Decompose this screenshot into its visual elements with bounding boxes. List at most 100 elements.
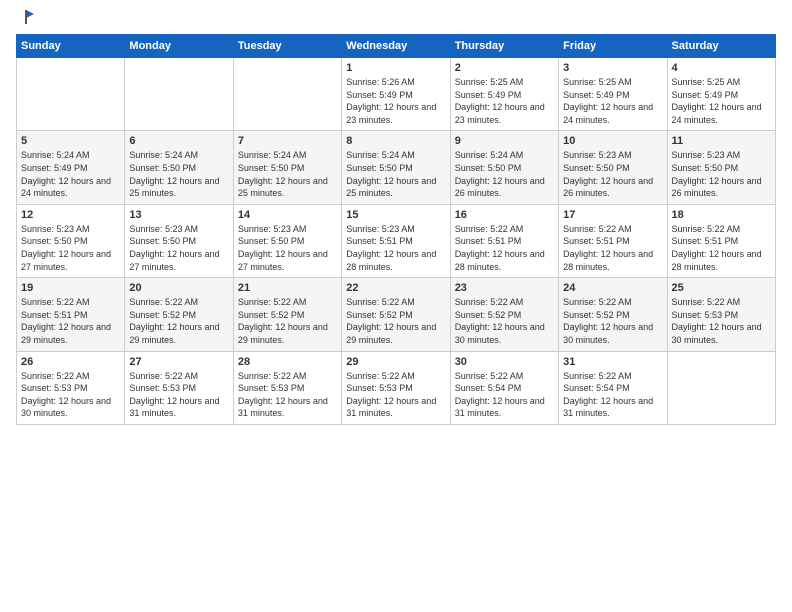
day-number: 18 — [672, 209, 771, 221]
calendar-cell: 10 Sunrise: 5:23 AM Sunset: 5:50 PM Dayli… — [559, 131, 667, 204]
calendar-cell: 26 Sunrise: 5:22 AM Sunset: 5:53 PM Dayli… — [17, 351, 125, 424]
calendar-cell: 4 Sunrise: 5:25 AM Sunset: 5:49 PM Daylig… — [667, 58, 775, 131]
day-number: 5 — [21, 135, 120, 147]
day-detail: Sunrise: 5:22 AM Sunset: 5:53 PM Dayligh… — [346, 370, 445, 420]
calendar-cell: 25 Sunrise: 5:22 AM Sunset: 5:53 PM Dayli… — [667, 278, 775, 351]
calendar-cell: 23 Sunrise: 5:22 AM Sunset: 5:52 PM Dayli… — [450, 278, 558, 351]
calendar-cell: 30 Sunrise: 5:22 AM Sunset: 5:54 PM Dayli… — [450, 351, 558, 424]
weekday-header-thursday: Thursday — [450, 35, 558, 58]
day-number: 19 — [21, 282, 120, 294]
day-number: 16 — [455, 209, 554, 221]
calendar-cell: 15 Sunrise: 5:23 AM Sunset: 5:51 PM Dayli… — [342, 204, 450, 277]
calendar-cell — [125, 58, 233, 131]
calendar-cell: 28 Sunrise: 5:22 AM Sunset: 5:53 PM Dayli… — [233, 351, 341, 424]
day-number: 27 — [129, 356, 228, 368]
day-number: 3 — [563, 62, 662, 74]
day-number: 25 — [672, 282, 771, 294]
calendar-cell: 6 Sunrise: 5:24 AM Sunset: 5:50 PM Daylig… — [125, 131, 233, 204]
day-detail: Sunrise: 5:22 AM Sunset: 5:54 PM Dayligh… — [563, 370, 662, 420]
weekday-header-monday: Monday — [125, 35, 233, 58]
day-detail: Sunrise: 5:24 AM Sunset: 5:50 PM Dayligh… — [129, 149, 228, 199]
calendar-cell: 2Sunrise: 5:25 AM Sunset: 5:49 PM Daylig… — [450, 58, 558, 131]
day-detail: Sunrise: 5:23 AM Sunset: 5:50 PM Dayligh… — [672, 149, 771, 199]
day-detail: Sunrise: 5:23 AM Sunset: 5:50 PM Dayligh… — [21, 223, 120, 273]
day-number: 17 — [563, 209, 662, 221]
day-detail: Sunrise: 5:22 AM Sunset: 5:53 PM Dayligh… — [21, 370, 120, 420]
day-detail: Sunrise: 5:22 AM Sunset: 5:51 PM Dayligh… — [563, 223, 662, 273]
day-detail: Sunrise: 5:22 AM Sunset: 5:52 PM Dayligh… — [455, 296, 554, 346]
day-detail: Sunrise: 5:22 AM Sunset: 5:52 PM Dayligh… — [346, 296, 445, 346]
day-detail: Sunrise: 5:22 AM Sunset: 5:52 PM Dayligh… — [563, 296, 662, 346]
day-detail: Sunrise: 5:23 AM Sunset: 5:50 PM Dayligh… — [129, 223, 228, 273]
day-number: 13 — [129, 209, 228, 221]
calendar-cell: 8Sunrise: 5:24 AM Sunset: 5:50 PM Daylig… — [342, 131, 450, 204]
calendar-cell: 1Sunrise: 5:26 AM Sunset: 5:49 PM Daylig… — [342, 58, 450, 131]
day-detail: Sunrise: 5:23 AM Sunset: 5:50 PM Dayligh… — [238, 223, 337, 273]
calendar-cell: 12 Sunrise: 5:23 AM Sunset: 5:50 PM Dayli… — [17, 204, 125, 277]
logo — [16, 10, 36, 28]
day-number: 26 — [21, 356, 120, 368]
calendar-cell: 11 Sunrise: 5:23 AM Sunset: 5:50 PM Dayli… — [667, 131, 775, 204]
calendar-cell: 3 Sunrise: 5:25 AM Sunset: 5:49 PM Daylig… — [559, 58, 667, 131]
header — [16, 10, 776, 28]
calendar-week-row: 12 Sunrise: 5:23 AM Sunset: 5:50 PM Dayli… — [17, 204, 776, 277]
calendar-cell: 27 Sunrise: 5:22 AM Sunset: 5:53 PM Dayli… — [125, 351, 233, 424]
day-detail: Sunrise: 5:24 AM Sunset: 5:49 PM Dayligh… — [21, 149, 120, 199]
day-number: 14 — [238, 209, 337, 221]
calendar-header-row: SundayMondayTuesdayWednesdayThursdayFrid… — [17, 35, 776, 58]
day-detail: Sunrise: 5:22 AM Sunset: 5:52 PM Dayligh… — [238, 296, 337, 346]
calendar-cell: 22Sunrise: 5:22 AM Sunset: 5:52 PM Dayli… — [342, 278, 450, 351]
day-number: 6 — [129, 135, 228, 147]
day-number: 20 — [129, 282, 228, 294]
day-number: 9 — [455, 135, 554, 147]
day-number: 11 — [672, 135, 771, 147]
calendar-cell: 20 Sunrise: 5:22 AM Sunset: 5:52 PM Dayli… — [125, 278, 233, 351]
calendar-cell: 18 Sunrise: 5:22 AM Sunset: 5:51 PM Dayli… — [667, 204, 775, 277]
day-number: 23 — [455, 282, 554, 294]
day-detail: Sunrise: 5:22 AM Sunset: 5:52 PM Dayligh… — [129, 296, 228, 346]
calendar-cell: 29 Sunrise: 5:22 AM Sunset: 5:53 PM Dayli… — [342, 351, 450, 424]
day-detail: Sunrise: 5:22 AM Sunset: 5:53 PM Dayligh… — [129, 370, 228, 420]
day-detail: Sunrise: 5:25 AM Sunset: 5:49 PM Dayligh… — [455, 76, 554, 126]
day-number: 28 — [238, 356, 337, 368]
calendar-week-row: 1Sunrise: 5:26 AM Sunset: 5:49 PM Daylig… — [17, 58, 776, 131]
day-number: 29 — [346, 356, 445, 368]
day-number: 7 — [238, 135, 337, 147]
calendar-cell: 31 Sunrise: 5:22 AM Sunset: 5:54 PM Dayli… — [559, 351, 667, 424]
weekday-header-wednesday: Wednesday — [342, 35, 450, 58]
day-detail: Sunrise: 5:25 AM Sunset: 5:49 PM Dayligh… — [563, 76, 662, 126]
calendar-week-row: 19Sunrise: 5:22 AM Sunset: 5:51 PM Dayli… — [17, 278, 776, 351]
day-number: 24 — [563, 282, 662, 294]
calendar-cell — [667, 351, 775, 424]
day-number: 8 — [346, 135, 445, 147]
calendar-cell: 7 Sunrise: 5:24 AM Sunset: 5:50 PM Daylig… — [233, 131, 341, 204]
calendar-cell: 24 Sunrise: 5:22 AM Sunset: 5:52 PM Dayli… — [559, 278, 667, 351]
day-detail: Sunrise: 5:23 AM Sunset: 5:51 PM Dayligh… — [346, 223, 445, 273]
day-detail: Sunrise: 5:22 AM Sunset: 5:53 PM Dayligh… — [238, 370, 337, 420]
day-detail: Sunrise: 5:22 AM Sunset: 5:53 PM Dayligh… — [672, 296, 771, 346]
day-detail: Sunrise: 5:24 AM Sunset: 5:50 PM Dayligh… — [238, 149, 337, 199]
day-number: 4 — [672, 62, 771, 74]
calendar-week-row: 5 Sunrise: 5:24 AM Sunset: 5:49 PM Daylig… — [17, 131, 776, 204]
day-number: 21 — [238, 282, 337, 294]
day-detail: Sunrise: 5:26 AM Sunset: 5:49 PM Dayligh… — [346, 76, 445, 126]
day-number: 31 — [563, 356, 662, 368]
day-detail: Sunrise: 5:25 AM Sunset: 5:49 PM Dayligh… — [672, 76, 771, 126]
day-number: 10 — [563, 135, 662, 147]
day-detail: Sunrise: 5:22 AM Sunset: 5:51 PM Dayligh… — [672, 223, 771, 273]
logo-flag-icon — [18, 8, 36, 26]
day-number: 15 — [346, 209, 445, 221]
calendar-cell: 19Sunrise: 5:22 AM Sunset: 5:51 PM Dayli… — [17, 278, 125, 351]
calendar-cell: 17 Sunrise: 5:22 AM Sunset: 5:51 PM Dayli… — [559, 204, 667, 277]
day-number: 12 — [21, 209, 120, 221]
calendar-cell — [17, 58, 125, 131]
weekday-header-sunday: Sunday — [17, 35, 125, 58]
calendar-cell: 14 Sunrise: 5:23 AM Sunset: 5:50 PM Dayli… — [233, 204, 341, 277]
day-detail: Sunrise: 5:22 AM Sunset: 5:54 PM Dayligh… — [455, 370, 554, 420]
calendar-week-row: 26 Sunrise: 5:22 AM Sunset: 5:53 PM Dayli… — [17, 351, 776, 424]
calendar-cell: 5 Sunrise: 5:24 AM Sunset: 5:49 PM Daylig… — [17, 131, 125, 204]
day-detail: Sunrise: 5:22 AM Sunset: 5:51 PM Dayligh… — [455, 223, 554, 273]
day-detail: Sunrise: 5:23 AM Sunset: 5:50 PM Dayligh… — [563, 149, 662, 199]
day-number: 30 — [455, 356, 554, 368]
calendar-cell: 21 Sunrise: 5:22 AM Sunset: 5:52 PM Dayli… — [233, 278, 341, 351]
